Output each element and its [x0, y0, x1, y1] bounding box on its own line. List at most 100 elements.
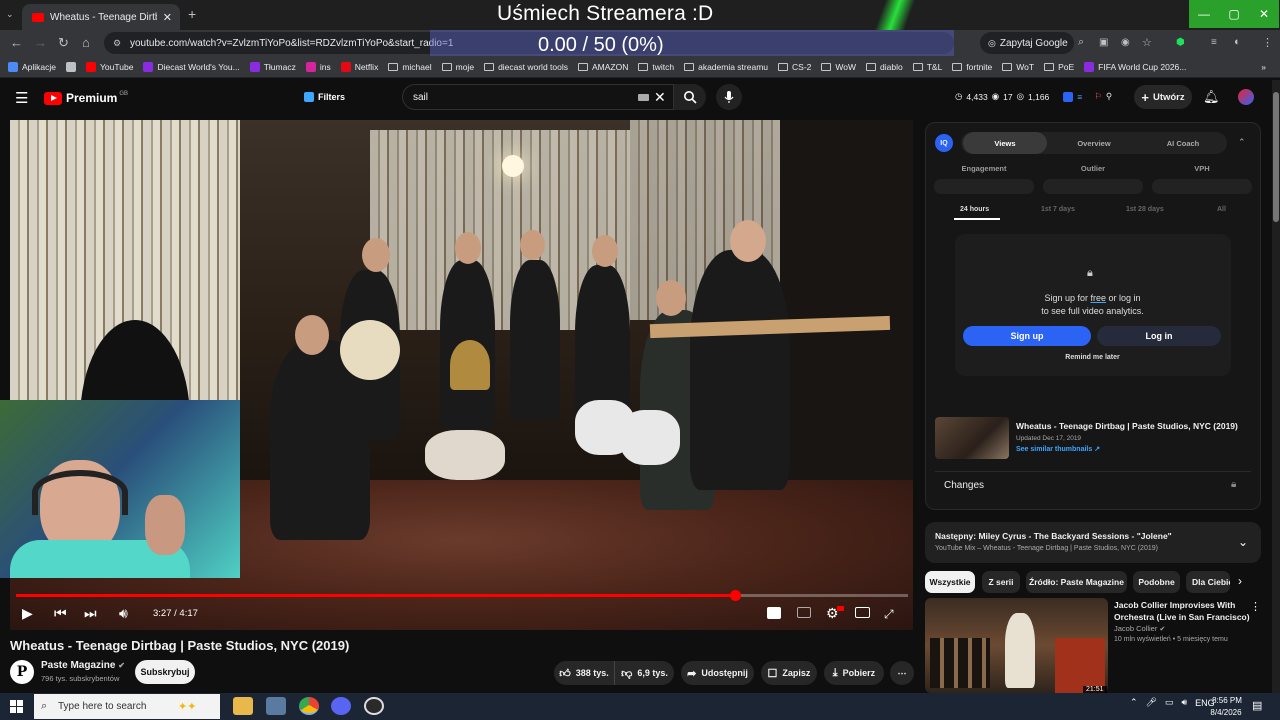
- search-input[interactable]: sail: [402, 84, 674, 110]
- video-thumbnail[interactable]: [935, 417, 1009, 459]
- clock-time[interactable]: 8:56 PM: [1209, 696, 1245, 705]
- progress-scrubber[interactable]: [729, 590, 741, 601]
- fullscreen-icon[interactable]: ⤢: [884, 607, 894, 622]
- scrollbar-thumb[interactable]: [1273, 92, 1279, 222]
- bookmark-folder[interactable]: PoE: [1044, 62, 1074, 72]
- extension-icon[interactable]: ⬢: [1176, 37, 1185, 48]
- media-icon[interactable]: ≡: [1211, 37, 1217, 48]
- hide-eye-icon[interactable]: ◉: [1121, 37, 1130, 48]
- taskbar-search-box[interactable]: ⌕ Type here to search ✦✦: [34, 694, 220, 719]
- like-button[interactable]: 👍︎ 388 tys.: [554, 661, 614, 685]
- install-icon[interactable]: ▣: [1099, 37, 1108, 48]
- browser-tab[interactable]: Wheatus - Teenage Dirtbag | Pa ✕: [22, 4, 180, 30]
- chevron-right-icon[interactable]: ›: [1238, 574, 1242, 588]
- maximize-button[interactable]: ▢: [1219, 0, 1249, 28]
- bookmark-item[interactable]: Aplikacje: [8, 61, 56, 72]
- chip-source[interactable]: Źródło: Paste Magazine: [1026, 571, 1127, 593]
- bookmark-folder[interactable]: fortnite: [952, 62, 992, 72]
- next-up-panel[interactable]: [925, 522, 1261, 563]
- tab-close-icon[interactable]: ✕: [163, 11, 172, 24]
- bookmark-folder[interactable]: diablo: [866, 62, 903, 72]
- notifications-icon[interactable]: ▤: [1252, 699, 1262, 712]
- zoom-icon[interactable]: ⌕: [1078, 36, 1084, 49]
- windows-start-icon[interactable]: [10, 700, 23, 713]
- share-button[interactable]: ➦ Udostępnij: [681, 661, 754, 685]
- chevron-down-icon[interactable]: ⌄: [1238, 535, 1248, 549]
- more-actions-button[interactable]: ⋯: [890, 661, 914, 685]
- dislike-button[interactable]: 👎︎ 6,9 tys.: [614, 661, 674, 685]
- sign-up-button[interactable]: Sign up: [963, 326, 1091, 346]
- chrome-icon[interactable]: [299, 697, 319, 715]
- save-button[interactable]: ☐ Zapisz: [761, 661, 817, 685]
- voice-search-button[interactable]: [716, 84, 742, 110]
- file-explorer-icon[interactable]: [233, 697, 253, 715]
- account-avatar[interactable]: [1238, 89, 1254, 105]
- bookmark-item[interactable]: YouTube: [86, 61, 133, 72]
- bookmark-item[interactable]: Diecast World's You...: [143, 61, 240, 72]
- tab-ai-coach[interactable]: AI Coach: [1141, 132, 1225, 154]
- obs-icon[interactable]: [364, 697, 384, 715]
- period-first-7-days[interactable]: 1st 7 days: [1041, 206, 1075, 213]
- recommendation-channel[interactable]: Jacob Collier ✔: [1114, 624, 1165, 633]
- bookmark-folder[interactable]: CS-2: [778, 62, 811, 72]
- bookmark-folder[interactable]: michael: [388, 62, 432, 72]
- youtube-premium-logo[interactable]: Premium GB: [44, 91, 128, 105]
- back-icon[interactable]: ←: [10, 35, 23, 50]
- play-icon[interactable]: ▶: [22, 605, 33, 622]
- remind-later-link[interactable]: Remind me later: [1040, 354, 1145, 361]
- pin-icon[interactable]: ⚲: [1106, 91, 1112, 102]
- profile-icon[interactable]: ◐: [1234, 36, 1241, 48]
- collapse-panel-icon[interactable]: ⌃: [1238, 137, 1246, 148]
- forward-icon[interactable]: →: [34, 35, 47, 50]
- download-button[interactable]: ⤓ Pobierz: [824, 661, 884, 685]
- create-button[interactable]: + Utwórz: [1134, 85, 1192, 109]
- log-in-button[interactable]: Log in: [1097, 326, 1221, 346]
- bookmark-item[interactable]: FIFA World Cup 2026...: [1084, 61, 1186, 72]
- subscribe-button[interactable]: Subskrybuj: [135, 660, 195, 684]
- bookmarks-overflow-icon[interactable]: »: [1261, 62, 1266, 72]
- iq-header-icon[interactable]: [1063, 91, 1074, 102]
- list-icon[interactable]: ≡: [1077, 92, 1082, 102]
- iq-player-icon[interactable]: [767, 607, 781, 619]
- tab-overview[interactable]: Overview: [1052, 132, 1136, 154]
- filters-button[interactable]: Filters: [304, 87, 345, 107]
- reload-icon[interactable]: ↻: [58, 35, 69, 51]
- home-icon[interactable]: ⌂: [82, 35, 90, 50]
- ask-google-button[interactable]: ◎ Zapytaj Google: [980, 32, 1074, 54]
- bookmark-folder[interactable]: WoW: [821, 62, 856, 72]
- similar-thumbnails-link[interactable]: See similar thumbnails ↗: [1016, 445, 1100, 453]
- bookmark-item[interactable]: ins: [305, 61, 331, 72]
- bookmark-folder[interactable]: diecast world tools: [484, 62, 568, 72]
- close-window-button[interactable]: ✕: [1249, 0, 1279, 28]
- bookmark-item[interactable]: [66, 61, 77, 72]
- microphone-tray-icon[interactable]: 🎤︎: [1146, 697, 1157, 708]
- search-button[interactable]: [674, 84, 706, 110]
- bookmark-folder[interactable]: WoT: [1002, 62, 1034, 72]
- channel-avatar[interactable]: P: [10, 660, 34, 684]
- network-icon[interactable]: ▭: [1165, 697, 1174, 708]
- menu-icon[interactable]: ☰: [15, 89, 28, 107]
- period-all[interactable]: All: [1217, 206, 1226, 213]
- discord-icon[interactable]: [331, 697, 351, 715]
- minimize-button[interactable]: —: [1189, 0, 1219, 28]
- clear-search-icon[interactable]: ✕: [654, 89, 666, 106]
- bookmark-star-icon[interactable]: ☆: [1142, 36, 1152, 49]
- recommendation-title[interactable]: Jacob Collier Improvises With Orchestra …: [1114, 599, 1250, 623]
- new-tab-button[interactable]: +: [188, 6, 196, 22]
- subtitles-icon[interactable]: [797, 607, 811, 618]
- tag-icon[interactable]: ⚐: [1094, 91, 1102, 102]
- signup-free-link[interactable]: free: [1090, 293, 1106, 303]
- bookmark-folder[interactable]: moje: [441, 62, 474, 72]
- chip-related[interactable]: Podobne: [1133, 571, 1180, 593]
- tray-chevron-icon[interactable]: ⌃: [1130, 697, 1138, 708]
- channel-name[interactable]: Paste Magazine ✔: [41, 660, 125, 671]
- tab-views[interactable]: Views: [963, 132, 1047, 154]
- bookmark-folder[interactable]: akademia streamu: [684, 62, 768, 72]
- chip-for-you[interactable]: Dla Ciebie: [1186, 571, 1230, 593]
- next-icon[interactable]: ⏭︎: [84, 605, 97, 622]
- bookmark-folder[interactable]: AMAZON: [577, 62, 628, 72]
- browser-menu-icon[interactable]: ⋮: [1262, 36, 1273, 49]
- volume-icon[interactable]: 🔊︎: [119, 605, 128, 622]
- period-first-28-days[interactable]: 1st 28 days: [1126, 206, 1164, 213]
- recommendation-thumbnail[interactable]: [925, 598, 1108, 693]
